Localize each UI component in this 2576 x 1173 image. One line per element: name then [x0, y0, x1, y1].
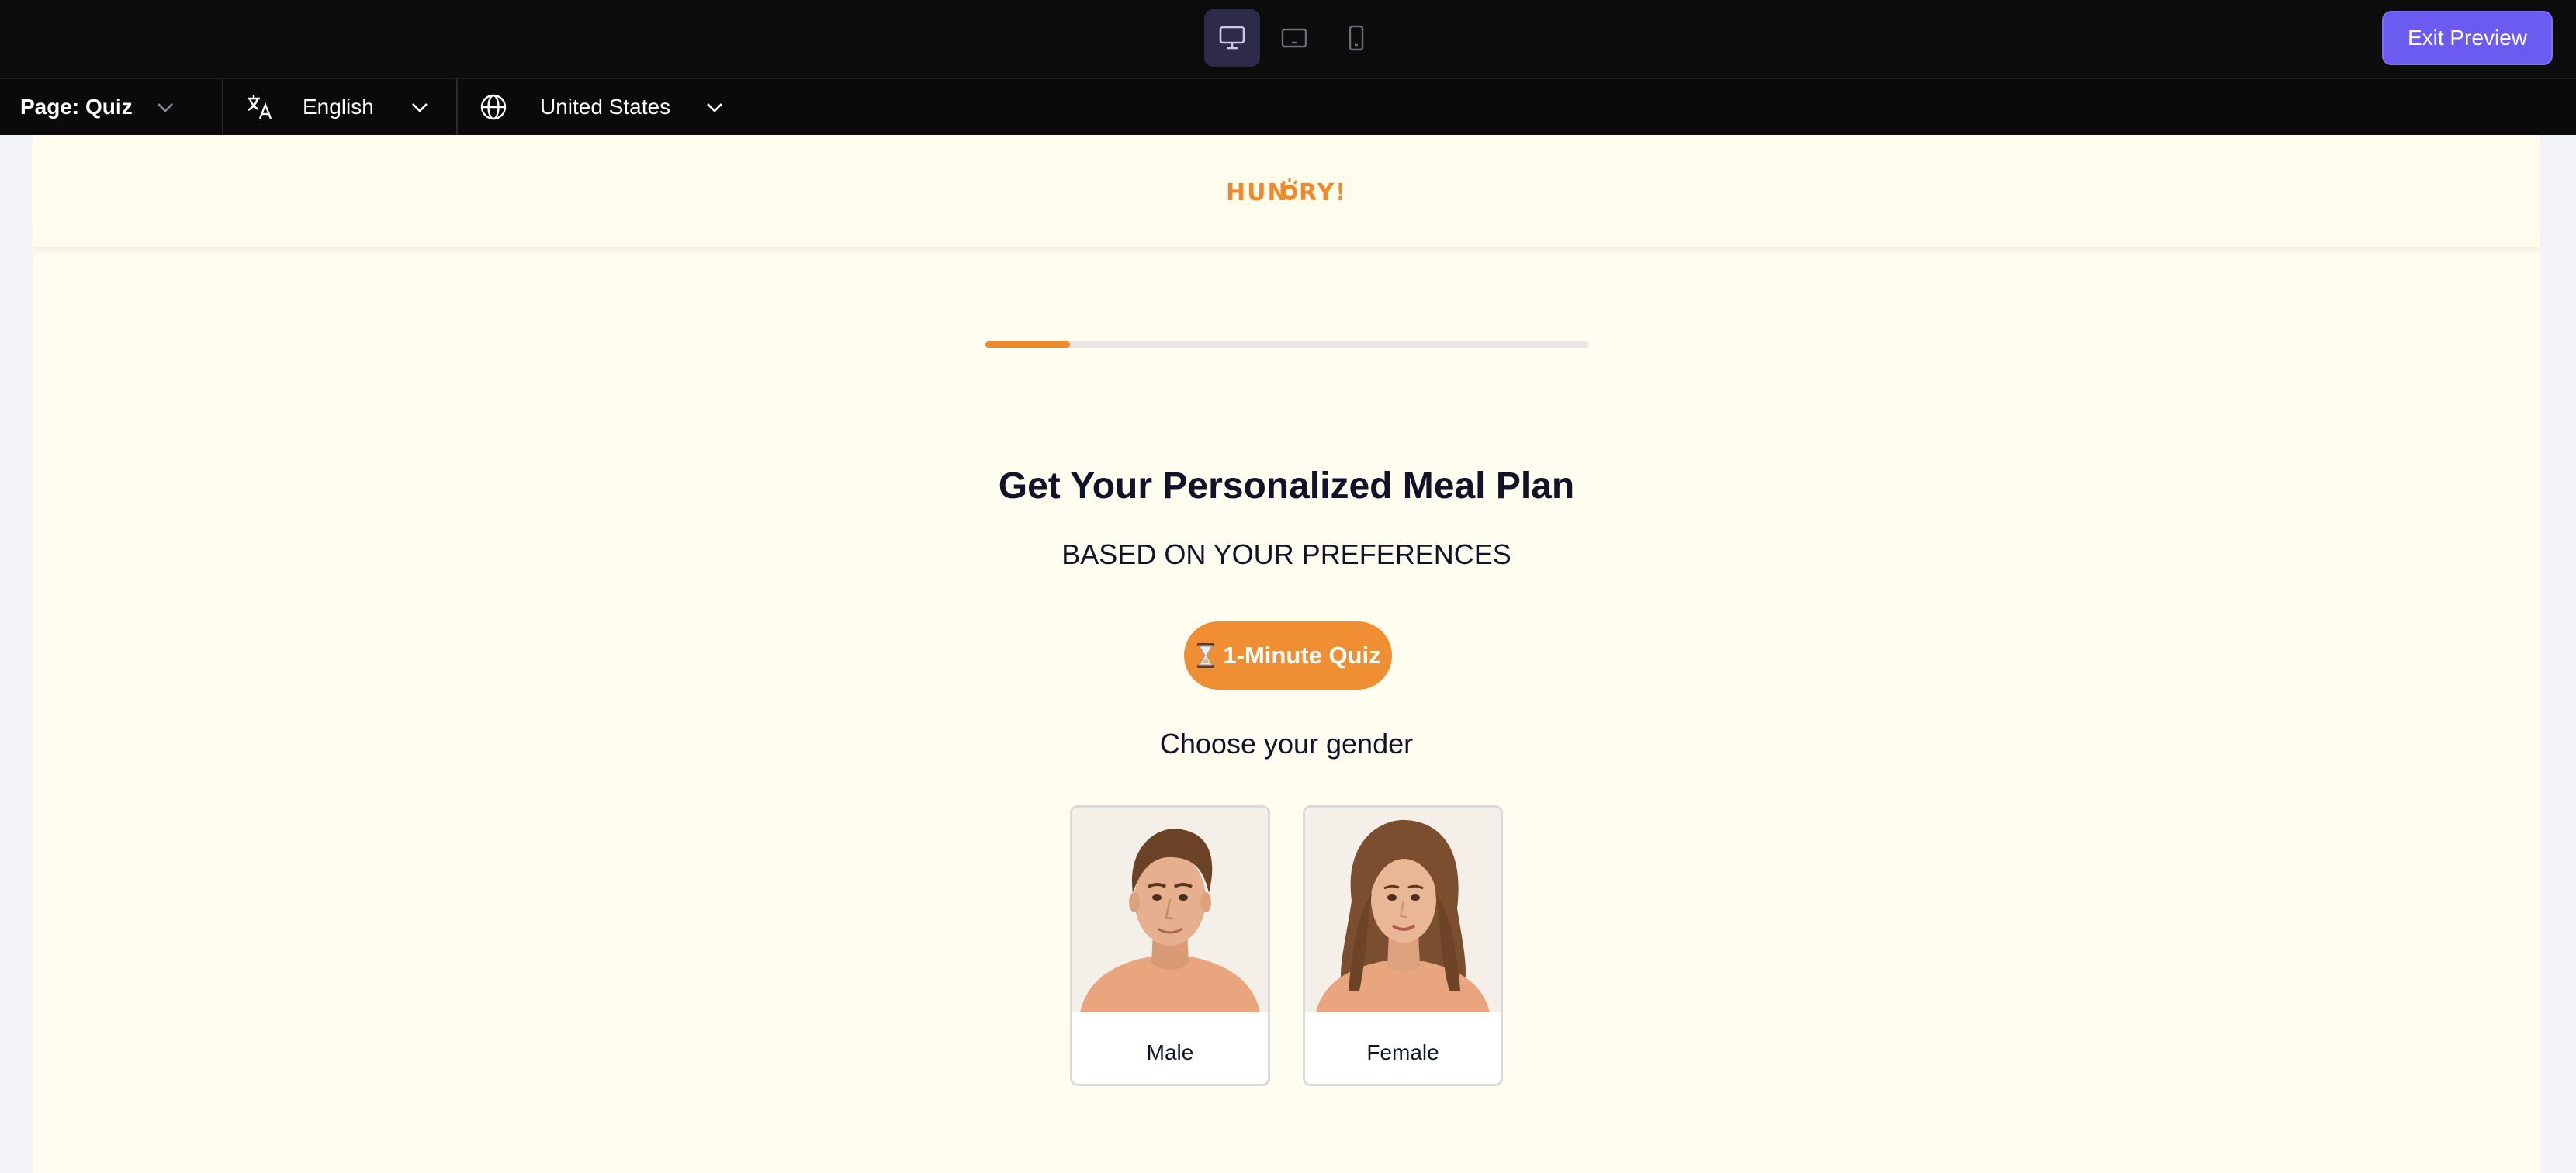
mobile-view-button[interactable] [1328, 9, 1384, 67]
quiz-duration-badge: 1-Minute Quiz [1184, 621, 1392, 690]
gender-option-male[interactable]: Male [1070, 805, 1270, 1086]
question-text: Choose your gender [1159, 728, 1414, 760]
quiz-progress-bar [985, 341, 1589, 348]
page-selector[interactable]: Page: Quiz [20, 79, 222, 135]
gender-option-female[interactable]: Female [1303, 805, 1503, 1086]
page-selector-label: Page: Quiz [20, 95, 133, 119]
quiz-duration-label: 1-Minute Quiz [1223, 642, 1381, 669]
desktop-icon [1219, 26, 1245, 50]
divider [456, 79, 458, 135]
site-header: HUN RY! [33, 135, 2540, 247]
mobile-icon [1349, 25, 1364, 51]
female-portrait [1305, 808, 1501, 1012]
chevron-down-icon [412, 103, 428, 112]
language-selector[interactable]: English [245, 79, 455, 135]
chevron-down-icon [158, 103, 173, 112]
tablet-icon [1281, 28, 1307, 48]
gender-option-label: Female [1366, 1040, 1439, 1064]
globe-icon [480, 94, 507, 120]
site-logo[interactable]: HUN RY! [1226, 175, 1346, 206]
preview-canvas: HUN RY! Get Your Personalized Meal Plan … [33, 135, 2540, 1173]
chevron-down-icon [707, 103, 722, 112]
country-label: United States [540, 95, 671, 119]
divider [222, 79, 223, 135]
male-portrait [1072, 808, 1268, 1012]
hourglass-icon [1197, 643, 1215, 668]
logo-mark: HUN RY! [1226, 178, 1346, 206]
gender-option-label: Male [1146, 1040, 1194, 1064]
device-switcher [1204, 9, 1384, 67]
tablet-view-button[interactable] [1266, 9, 1322, 67]
preview-options-bar: Page: Quiz English United States [0, 78, 2576, 135]
quiz-progress-fill [985, 341, 1070, 348]
translate-icon [248, 95, 272, 119]
exit-preview-button[interactable]: Exit Preview [2382, 11, 2553, 65]
svg-text:RY!: RY! [1299, 179, 1342, 206]
language-label: English [303, 95, 374, 119]
top-toolbar: Exit Preview [0, 0, 2576, 78]
desktop-view-button[interactable] [1204, 9, 1260, 67]
page-title: Get Your Personalized Meal Plan [998, 465, 1575, 507]
svg-text:HUN: HUN [1226, 179, 1289, 206]
country-selector[interactable]: United States [480, 79, 736, 135]
page-subtitle: BASED ON YOUR PREFERENCES [1061, 538, 1511, 570]
